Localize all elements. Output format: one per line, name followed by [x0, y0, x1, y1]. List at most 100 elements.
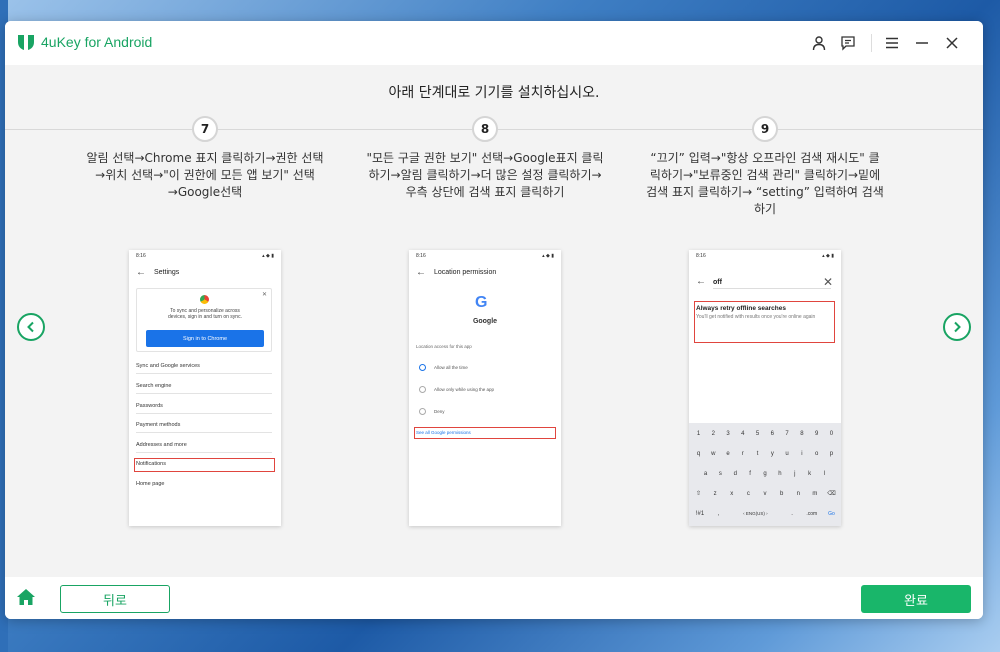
key: r — [741, 450, 744, 457]
search-result-title: Always retry offline searches — [696, 305, 786, 312]
settings-item: Passwords — [136, 403, 272, 414]
step-8-line: "모든 구글 권한 보기" 선택→Google표지 클릭 — [366, 151, 604, 165]
key: f — [749, 470, 751, 477]
status-icons: ▴ ◆ ▮ — [542, 253, 554, 259]
phone-title: Location permission — [434, 269, 497, 276]
step-8-line: 하기→알림 클릭하기→더 많은 설정 클릭하기→ — [368, 168, 602, 182]
minimize-icon[interactable] — [912, 33, 932, 53]
key: b — [779, 490, 784, 497]
space-key: ‹ ENG(US) › — [743, 511, 768, 516]
back-arrow-icon: ← — [416, 267, 426, 278]
sign-in-button: Sign in to Chrome — [146, 330, 264, 347]
key: i — [801, 450, 803, 457]
feedback-icon[interactable] — [838, 33, 858, 53]
settings-item: Search engine — [136, 383, 272, 394]
keyboard-row: q w e r t y u i o p — [692, 447, 838, 460]
app-logo-icon — [18, 35, 34, 50]
key: g — [763, 470, 767, 477]
menu-icon[interactable] — [882, 33, 902, 53]
key: w — [711, 450, 716, 457]
phone-title: Settings — [154, 269, 180, 276]
key: 7 — [785, 430, 789, 437]
titlebar-divider — [871, 34, 872, 52]
step-9-line: 릭하기→"보류중인 검색 관리" 클릭하기→밑에 — [649, 168, 881, 182]
back-arrow-icon: ← — [136, 267, 146, 278]
step-9-line: “끄기” 입력→"항상 오프라인 검색 재시도" 클 — [650, 151, 880, 165]
step-7-description: 알림 선택→Chrome 표지 클릭하기→권한 선택 →위치 선택→"이 권한에… — [70, 150, 340, 201]
google-logo-icon: G — [475, 294, 488, 311]
key: e — [726, 450, 730, 457]
chevron-left-icon — [27, 321, 34, 333]
chrome-logo-icon — [200, 295, 209, 304]
key: .com — [806, 510, 818, 517]
key: o — [814, 450, 819, 457]
sync-card-line: devices, sign in and turn on sync. — [168, 314, 242, 320]
clear-icon: ✕ — [822, 275, 833, 289]
key: , — [717, 510, 720, 517]
key: u — [785, 450, 789, 457]
close-icon: ✕ — [261, 292, 267, 298]
key: k — [808, 470, 812, 477]
key: z — [713, 490, 717, 497]
page-heading: 아래 단계대로 기기를 설치하십시오. — [388, 85, 600, 101]
app-title: 4uKey for Android — [41, 34, 153, 50]
next-arrow-button[interactable] — [943, 313, 971, 341]
search-result-subtitle: You'll get notified with results once yo… — [696, 314, 816, 320]
step-9-line: 검색 표지 클릭하기→ “setting” 입력하여 검색 — [646, 185, 884, 199]
radio-icon — [419, 408, 426, 415]
key: 1 — [696, 430, 701, 437]
key: d — [733, 470, 737, 477]
status-icons: ▴ ◆ ▮ — [822, 253, 834, 259]
close-icon[interactable] — [942, 33, 962, 53]
key: m — [812, 490, 818, 497]
key: c — [746, 490, 750, 497]
settings-item: Sync and Google services — [136, 363, 272, 374]
radio-icon — [419, 386, 426, 393]
key: q — [696, 450, 701, 457]
previous-arrow-button[interactable] — [17, 313, 45, 341]
keyboard-row: a s d f g h j k l — [699, 467, 831, 480]
app-window: 4uKey for Android 아래 단계대로 기기를 설치하십시오. 7 … — [5, 21, 983, 619]
phone-time: 8:16 — [136, 253, 146, 259]
step-number-8: 8 — [472, 116, 498, 142]
step-number-9: 9 — [752, 116, 778, 142]
done-button[interactable]: 완료 — [861, 585, 971, 613]
settings-item: Addresses and more — [136, 442, 272, 453]
step-number-7: 7 — [192, 116, 218, 142]
key: n — [796, 490, 800, 497]
footer-bar: 뒤로 완료 — [5, 577, 983, 619]
key: 5 — [755, 430, 760, 437]
phone-time: 8:16 — [696, 253, 706, 259]
back-button[interactable]: 뒤로 — [60, 585, 170, 613]
key: p — [829, 450, 834, 457]
radio-option: Deny — [434, 409, 445, 414]
home-button[interactable] — [15, 586, 37, 608]
instruction-panel: 아래 단계대로 기기를 설치하십시오. 7 알림 선택→Chrome 표지 클릭… — [5, 65, 983, 577]
key: 6 — [770, 430, 774, 437]
google-label: Google — [472, 318, 498, 325]
user-icon[interactable] — [809, 33, 829, 53]
key: a — [703, 470, 708, 477]
key: y — [770, 450, 774, 457]
key: v — [763, 490, 767, 497]
sync-card-text: To sync and personalize across devices, … — [147, 308, 263, 320]
key: . — [791, 510, 793, 517]
step-8-line: 우측 상단에 검색 표지 클릭하기 — [405, 185, 565, 199]
key: t — [756, 450, 759, 457]
key: h — [778, 470, 782, 477]
key: 3 — [726, 430, 730, 437]
key: 8 — [800, 430, 804, 437]
key: 0 — [829, 430, 834, 437]
step-9-description: “끄기” 입력→"항상 오프라인 검색 재시도" 클 릭하기→"보류중인 검색 … — [630, 150, 900, 218]
back-arrow-icon: ← — [696, 276, 706, 287]
sync-card: ✕ To sync and personalize across devices… — [136, 288, 272, 352]
home-icon — [17, 589, 35, 605]
chevron-right-icon — [954, 321, 961, 333]
step-7-screenshot: 8:16 ▴ ◆ ▮ ← Settings ✕ To sync and pers… — [129, 250, 281, 526]
radio-option: Allow only while using the app — [434, 387, 495, 392]
step-9-screenshot: 8:16 ▴ ◆ ▮ ← off ✕ Always retry offline … — [689, 250, 841, 526]
settings-item: Payment methods — [136, 422, 272, 433]
symbols-key: !#1 — [695, 510, 705, 517]
key: s — [718, 470, 722, 477]
radio-selected-icon — [419, 364, 426, 371]
